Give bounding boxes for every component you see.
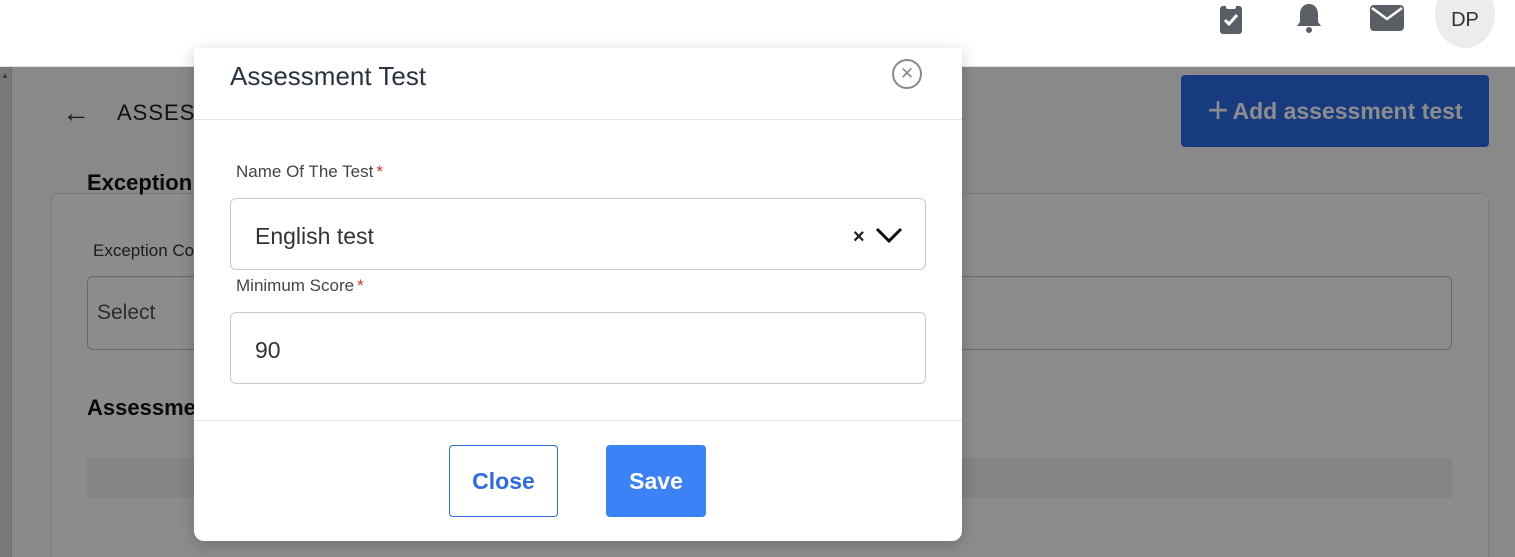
modal-footer-divider	[194, 420, 962, 421]
modal-header: Assessment Test ✕	[194, 48, 962, 120]
min-score-label: Minimum Score *	[236, 276, 364, 296]
min-score-label-text: Minimum Score	[236, 276, 355, 295]
bell-icon[interactable]	[1292, 0, 1326, 36]
avatar[interactable]: DP	[1435, 0, 1495, 48]
required-marker: *	[376, 162, 383, 181]
clear-selection-icon[interactable]: ×	[853, 226, 865, 249]
close-circle-icon[interactable]: ✕	[892, 59, 922, 89]
min-score-value: 90	[255, 337, 281, 363]
chevron-down-icon[interactable]	[875, 225, 903, 245]
required-marker: *	[357, 276, 364, 295]
assessment-test-modal: Assessment Test ✕ Name Of The Test * Engl…	[194, 48, 962, 541]
clipboard-check-icon[interactable]	[1214, 0, 1248, 36]
modal-title: Assessment Test	[230, 61, 427, 91]
save-button[interactable]: Save	[606, 445, 706, 517]
test-name-select[interactable]: English test ×	[230, 198, 926, 270]
test-name-label: Name Of The Test *	[236, 162, 383, 182]
test-name-label-text: Name Of The Test	[236, 162, 374, 181]
close-button[interactable]: Close	[449, 445, 558, 517]
mail-icon[interactable]	[1370, 0, 1404, 36]
avatar-initials: DP	[1451, 9, 1479, 31]
test-name-value: English test	[255, 223, 374, 249]
min-score-input[interactable]: 90	[230, 312, 926, 384]
